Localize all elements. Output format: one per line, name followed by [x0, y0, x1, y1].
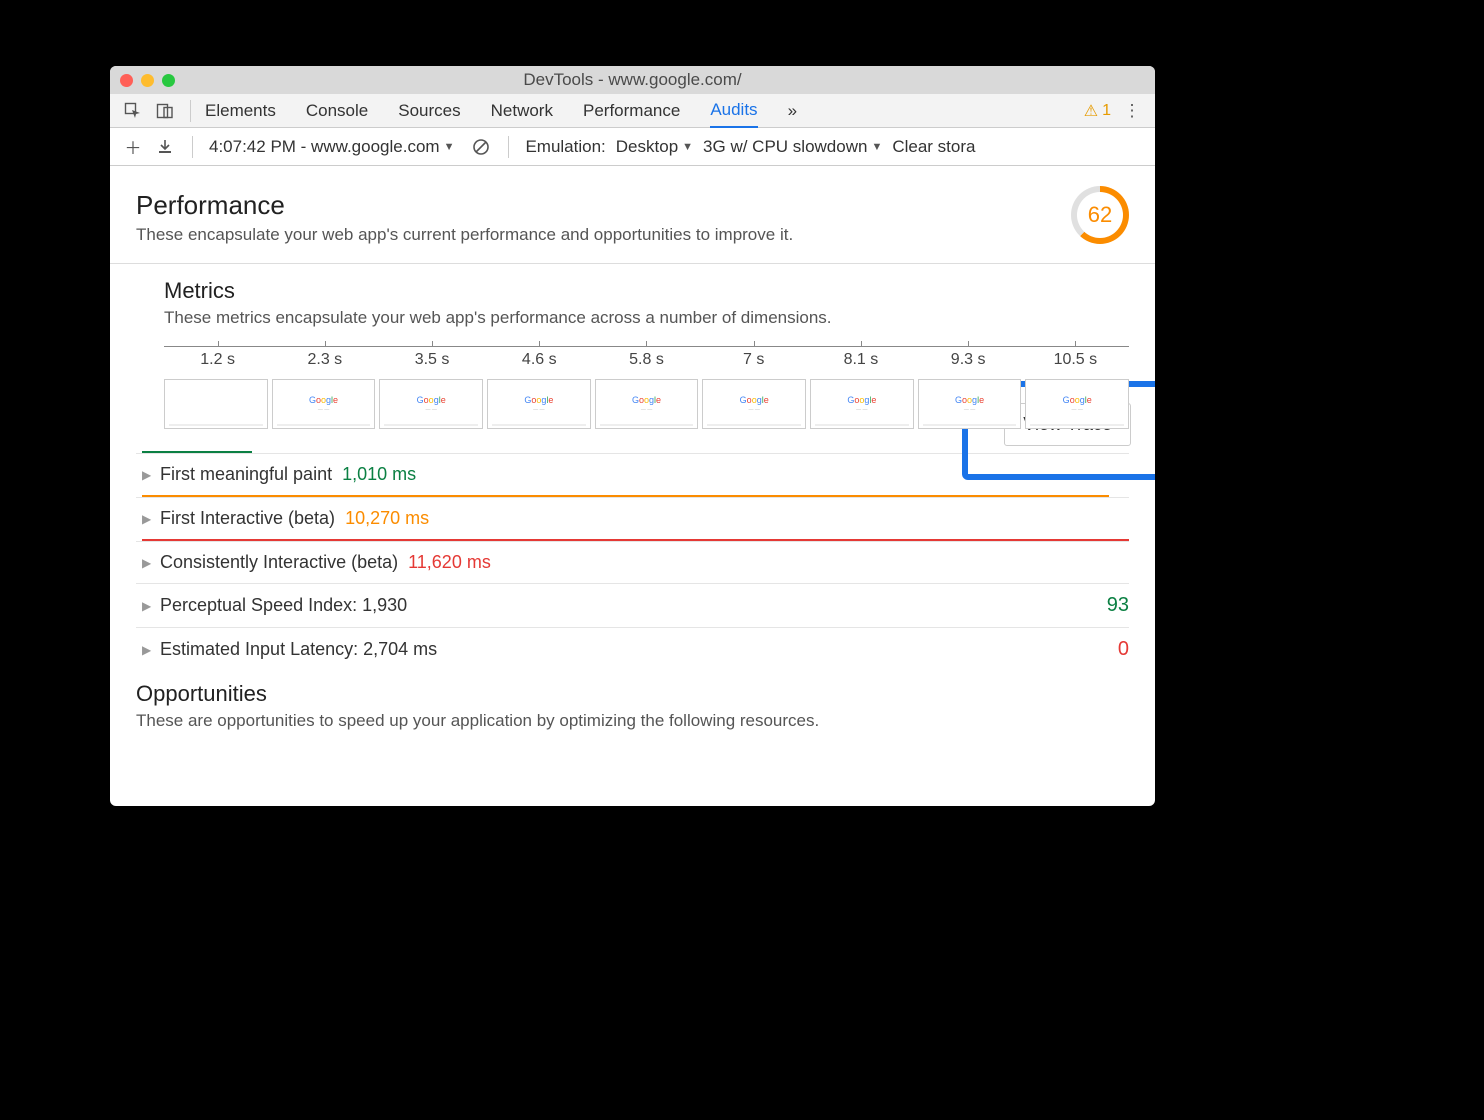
window-title: DevTools - www.google.com/ [110, 70, 1155, 90]
filmstrip-tick: 1.2 s [164, 347, 271, 369]
zoom-window-button[interactable] [162, 74, 175, 87]
filmstrip-frame[interactable]: Google— — [487, 379, 591, 429]
emulation-label: Emulation: [525, 137, 605, 157]
audit-selector-label: 4:07:42 PM - www.google.com [209, 137, 440, 157]
device-dropdown[interactable]: Desktop ▼ [616, 137, 693, 157]
filmstrip-frame[interactable]: Google— — [272, 379, 376, 429]
metric-value: 10,270 ms [345, 508, 429, 529]
tab-console[interactable]: Console [306, 95, 368, 127]
tab-performance[interactable]: Performance [583, 95, 680, 127]
new-audit-icon[interactable]: ＋ [122, 136, 144, 158]
filmstrip-frame[interactable]: Google— — [918, 379, 1022, 429]
titlebar: DevTools - www.google.com/ [110, 66, 1155, 94]
close-window-button[interactable] [120, 74, 133, 87]
metric-label: Perceptual Speed Index: 1,930 [160, 595, 407, 616]
expand-arrow-icon[interactable]: ▶ [142, 512, 160, 526]
metric-value: 11,620 ms [408, 552, 491, 573]
clear-audit-icon[interactable] [470, 136, 492, 158]
chevron-down-icon: ▼ [682, 141, 693, 153]
audit-selector-dropdown[interactable]: 4:07:42 PM - www.google.com ▼ [209, 137, 454, 157]
tabs-overflow-button[interactable]: » [788, 95, 797, 127]
filmstrip-frame[interactable]: Google— — [379, 379, 483, 429]
performance-score-gauge: 62 [1071, 186, 1129, 244]
tab-network[interactable]: Network [491, 95, 553, 127]
clear-storage-label[interactable]: Clear stora [892, 137, 975, 157]
opportunities-subtitle: These are opportunities to speed up your… [136, 711, 1129, 731]
tab-elements[interactable]: Elements [205, 95, 276, 127]
throttle-value: 3G w/ CPU slowdown [703, 137, 867, 157]
device-toolbar-icon[interactable] [154, 100, 176, 122]
filmstrip-frame[interactable]: Google— — [595, 379, 699, 429]
metric-label: First Interactive (beta) [160, 508, 335, 529]
devtools-tabs: Elements Console Sources Network Perform… [205, 94, 1074, 128]
expand-arrow-icon[interactable]: ▶ [142, 643, 160, 657]
device-value: Desktop [616, 137, 678, 157]
metric-row[interactable]: ▶Perceptual Speed Index: 1,930 93 [136, 583, 1129, 627]
filmstrip-tick: 8.1 s [807, 347, 914, 369]
filmstrip-tick: 3.5 s [378, 347, 485, 369]
audit-report: Performance These encapsulate your web a… [110, 166, 1155, 806]
filmstrip-tick: 5.8 s [593, 347, 700, 369]
devtools-window: DevTools - www.google.com/ Elements Cons… [110, 66, 1155, 806]
expand-arrow-icon[interactable]: ▶ [142, 556, 160, 570]
metric-row[interactable]: ▶Estimated Input Latency: 2,704 ms 0 [136, 627, 1129, 671]
metrics-list: ▶First meaningful paint1,010 ms▶First In… [136, 451, 1129, 671]
opportunities-heading: Opportunities [136, 681, 1129, 707]
filmstrip-frame[interactable]: Google— — [164, 379, 268, 429]
metrics-subtitle: These metrics encapsulate your web app's… [164, 308, 1129, 328]
filmstrip-frame[interactable]: Google— — [810, 379, 914, 429]
filmstrip-tick: 2.3 s [271, 347, 378, 369]
window-controls [120, 74, 175, 87]
filmstrip-tick: 9.3 s [915, 347, 1022, 369]
minimize-window-button[interactable] [141, 74, 154, 87]
tab-audits[interactable]: Audits [710, 94, 757, 128]
metric-row[interactable]: ▶First Interactive (beta) 10,270 ms [136, 497, 1129, 539]
chevron-down-icon: ▼ [444, 141, 455, 153]
performance-subtitle: These encapsulate your web app's current… [136, 225, 1071, 245]
filmstrip: 1.2 s2.3 s3.5 s4.6 s5.8 s7 s8.1 s9.3 s10… [164, 346, 1129, 429]
console-warnings-badge[interactable]: ⚠ 1 [1084, 101, 1111, 121]
download-report-icon[interactable] [154, 136, 176, 158]
performance-score-value: 62 [1077, 192, 1123, 238]
metric-score: 93 [1107, 594, 1129, 617]
expand-arrow-icon[interactable]: ▶ [142, 468, 160, 482]
metric-label: Consistently Interactive (beta) [160, 552, 398, 573]
performance-heading: Performance [136, 190, 1071, 221]
metric-label: First meaningful paint [160, 464, 332, 485]
metric-label: Estimated Input Latency: 2,704 ms [160, 639, 437, 660]
metric-row[interactable]: ▶Consistently Interactive (beta) 11,620 m… [136, 541, 1129, 583]
throttle-dropdown[interactable]: 3G w/ CPU slowdown ▼ [703, 137, 882, 157]
expand-arrow-icon[interactable]: ▶ [142, 599, 160, 613]
filmstrip-frame[interactable]: Google— — [702, 379, 806, 429]
filmstrip-frame[interactable]: Google— — [1025, 379, 1129, 429]
warning-count: 1 [1102, 102, 1111, 120]
divider [110, 263, 1155, 264]
audits-toolbar: ＋ 4:07:42 PM - www.google.com ▼ Emulatio… [110, 128, 1155, 166]
filmstrip-frames: Google— —Google— —Google— —Google— —Goog… [164, 379, 1129, 429]
metric-value: 1,010 ms [342, 464, 416, 485]
chevron-down-icon: ▼ [871, 141, 882, 153]
filmstrip-tick: 10.5 s [1022, 347, 1129, 369]
filmstrip-tick: 7 s [700, 347, 807, 369]
filmstrip-time-axis: 1.2 s2.3 s3.5 s4.6 s5.8 s7 s8.1 s9.3 s10… [164, 346, 1129, 369]
kebab-menu-icon[interactable]: ⋮ [1121, 100, 1143, 122]
metric-score: 0 [1118, 638, 1129, 661]
warning-icon: ⚠ [1084, 101, 1098, 121]
inspect-element-icon[interactable] [122, 100, 144, 122]
tab-sources[interactable]: Sources [398, 95, 460, 127]
metrics-heading: Metrics [164, 278, 1129, 304]
filmstrip-tick: 4.6 s [486, 347, 593, 369]
devtools-tabs-row: Elements Console Sources Network Perform… [110, 94, 1155, 128]
